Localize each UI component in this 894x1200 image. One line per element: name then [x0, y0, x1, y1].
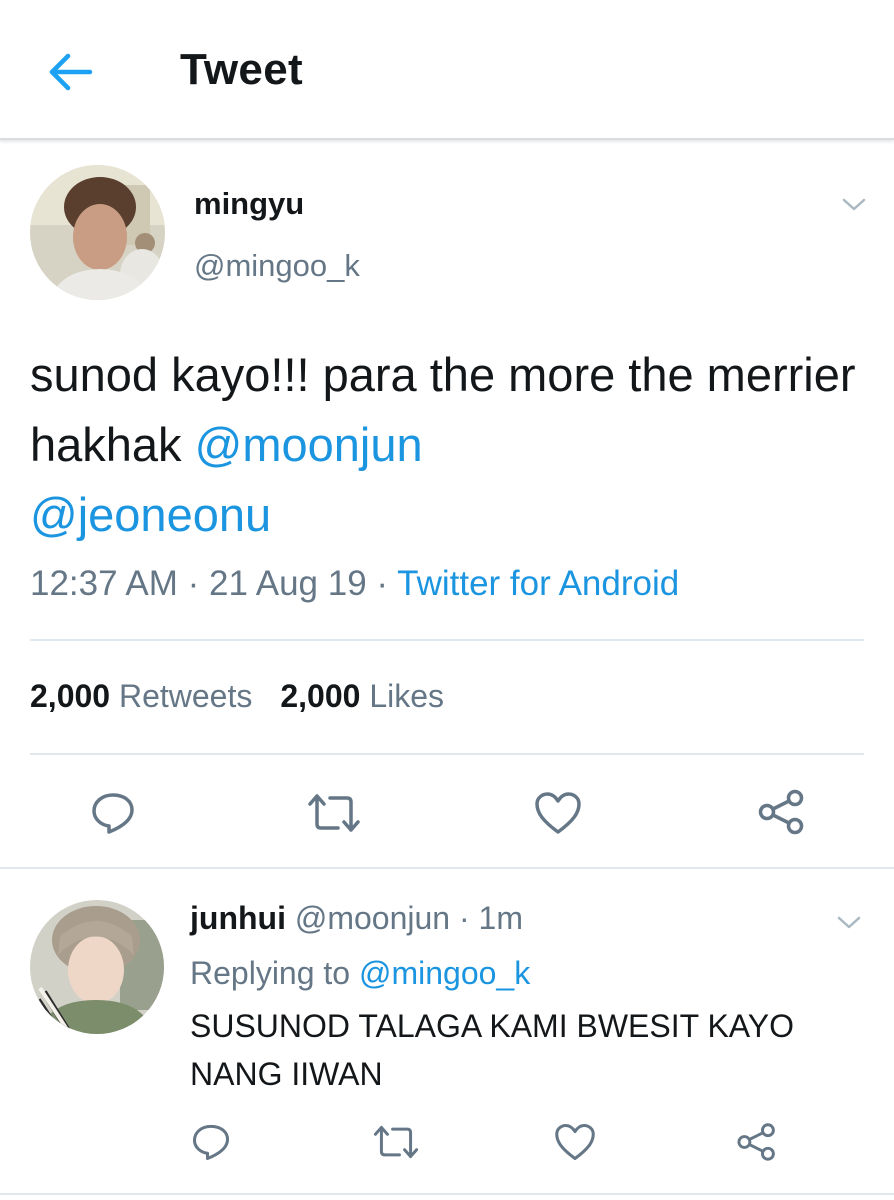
reply-avatar[interactable]: [30, 900, 164, 1034]
replying-to-label: Replying to: [190, 955, 351, 991]
tweet-body: sunod kayo!!! para the more the merrier …: [30, 348, 856, 471]
like-button[interactable]: [533, 790, 583, 841]
arrow-left-icon: [49, 53, 93, 91]
avatar-photo: [30, 900, 164, 1034]
reply-author-name[interactable]: junhui: [190, 900, 286, 936]
tweet-text: sunod kayo!!! para the more the merrier …: [30, 340, 870, 550]
replying-to: Replying to @mingoo_k: [190, 955, 530, 992]
share-icon: [758, 789, 804, 835]
retweet-icon: [373, 1125, 419, 1159]
chevron-down-icon: [842, 198, 866, 211]
retweet-count: 2,000: [30, 678, 111, 714]
like-button[interactable]: [553, 1122, 597, 1167]
like-count: 2,000: [280, 678, 361, 714]
divider: [0, 867, 894, 869]
author-handle[interactable]: @mingoo_k: [194, 248, 360, 284]
share-button[interactable]: [736, 1121, 778, 1168]
tweet-options-button[interactable]: [838, 190, 870, 218]
like-icon: [555, 1123, 595, 1161]
meta-separator: ·: [366, 564, 398, 603]
chevron-down-icon: [837, 916, 861, 929]
page-title: Tweet: [180, 45, 303, 94]
mention-link[interactable]: @moonjun: [195, 418, 423, 471]
divider: [30, 639, 864, 641]
tweet-source-link[interactable]: Twitter for Android: [397, 564, 679, 603]
retweet-label: Retweets: [118, 678, 253, 714]
share-button[interactable]: [757, 788, 807, 841]
tweet-meta: 12:37 AM · 21 Aug 19 · Twitter for Andro…: [30, 564, 679, 604]
like-icon: [535, 792, 581, 834]
retweet-stat[interactable]: 2,000 Retweets: [30, 678, 252, 714]
reply-icon: [92, 793, 134, 834]
top-app-bar: Tweet: [0, 0, 894, 140]
retweet-button[interactable]: [306, 790, 362, 841]
retweet-icon: [308, 794, 360, 832]
meta-separator: ·: [177, 564, 209, 603]
reply-header: junhui @moonjun · 1m: [190, 900, 523, 937]
reply-icon: [192, 1124, 230, 1161]
author-name[interactable]: mingyu: [194, 186, 304, 222]
avatar[interactable]: [30, 165, 165, 300]
reply-button[interactable]: [89, 790, 137, 841]
tweet-time: 12:37 AM: [30, 564, 178, 603]
engagement-counts: 2,000 Retweets 2,000 Likes: [30, 678, 444, 715]
reply-text: SUSUNOD TALAGA KAMI BWESIT KAYO NANG IIW…: [190, 1008, 794, 1092]
divider: [30, 753, 864, 755]
tweet-date: 21 Aug 19: [209, 564, 367, 603]
reply-button[interactable]: [190, 1122, 232, 1167]
retweet-button[interactable]: [372, 1122, 420, 1167]
like-label: Likes: [369, 678, 445, 714]
meta-separator: ·: [450, 900, 479, 936]
mention-link[interactable]: @jeoneonu: [30, 488, 271, 541]
divider: [0, 1193, 894, 1195]
reply-time: 1m: [478, 900, 523, 936]
share-icon: [737, 1123, 775, 1161]
avatar-photo: [30, 165, 165, 300]
reply-author-handle[interactable]: @moonjun: [295, 900, 450, 936]
back-button[interactable]: [44, 48, 96, 96]
replying-to-link[interactable]: @mingoo_k: [359, 955, 530, 991]
reply-options-button[interactable]: [833, 908, 865, 936]
like-stat[interactable]: 2,000 Likes: [280, 678, 444, 714]
